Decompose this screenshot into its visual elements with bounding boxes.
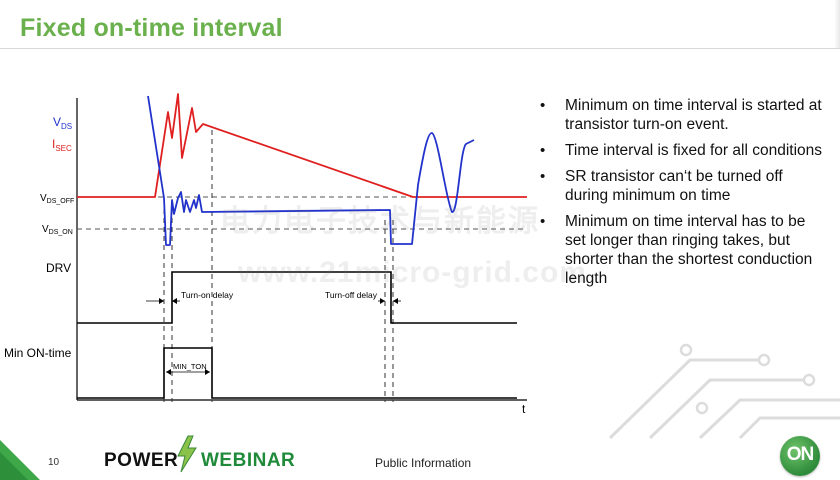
timing-diagram: t VDS ISEC VDS_OFF VDS_ON DRV Turn-on de… bbox=[4, 93, 527, 416]
bullet-dot-icon: • bbox=[540, 97, 546, 114]
bullet-dot-icon: • bbox=[540, 168, 546, 185]
footer-green-triangle bbox=[0, 440, 40, 480]
classification-label: Public Information bbox=[375, 456, 472, 470]
turn-on-delay-label: Turn-on delay bbox=[181, 290, 234, 300]
t-axis-label: t bbox=[522, 402, 526, 416]
turn-off-delay-label: Turn-off delay bbox=[325, 290, 378, 300]
turn-off-delay-arrowhead-right bbox=[393, 298, 398, 304]
min-on-time-waveform bbox=[77, 347, 517, 399]
turn-off-delay-arrowhead bbox=[380, 298, 385, 304]
isec-label: ISEC bbox=[52, 137, 72, 153]
bullet-list: • Minimum on time interval is started at … bbox=[538, 96, 828, 295]
circuit-decoration bbox=[608, 343, 840, 440]
bullet-dot-icon: • bbox=[540, 142, 546, 159]
on-semiconductor-logo: ON bbox=[780, 436, 820, 476]
title-divider bbox=[0, 48, 840, 49]
slide-title: Fixed on-time interval bbox=[20, 14, 283, 42]
min-on-time-label: Min ON-time bbox=[4, 346, 72, 360]
page-number: 10 bbox=[48, 457, 60, 468]
min-ton-label: MIN_TON bbox=[173, 362, 207, 371]
bullet-item: • SR transistor can‘t be turned off durin… bbox=[540, 168, 783, 204]
vds-label: VDS bbox=[53, 115, 72, 131]
lightning-bolt-icon bbox=[177, 435, 197, 473]
bullet-item: • Minimum on time interval is started at … bbox=[540, 97, 822, 133]
min-ton-arrowhead-left bbox=[166, 369, 171, 375]
logo-webinar-text: WEBINAR bbox=[201, 450, 296, 471]
bullet-item: • Time interval is fixed for all conditio… bbox=[540, 142, 822, 159]
vds-on-label: VDS_ON bbox=[42, 224, 73, 236]
turn-on-delay-arrowhead bbox=[159, 298, 164, 304]
watermark-url: www.21micro-grid.com bbox=[238, 256, 587, 289]
bullet-dot-icon: • bbox=[540, 213, 546, 230]
watermark-text: 电力电子技术与新能源 bbox=[220, 205, 540, 238]
drv-label: DRV bbox=[46, 261, 71, 275]
logo-power-text: POWER bbox=[104, 450, 179, 471]
on-logo-text: ON bbox=[786, 444, 815, 465]
vds-off-label: VDS_OFF bbox=[40, 193, 74, 205]
corner-shade bbox=[834, 0, 840, 48]
bullet-item: • Minimum on time interval has to be set … bbox=[540, 213, 813, 287]
